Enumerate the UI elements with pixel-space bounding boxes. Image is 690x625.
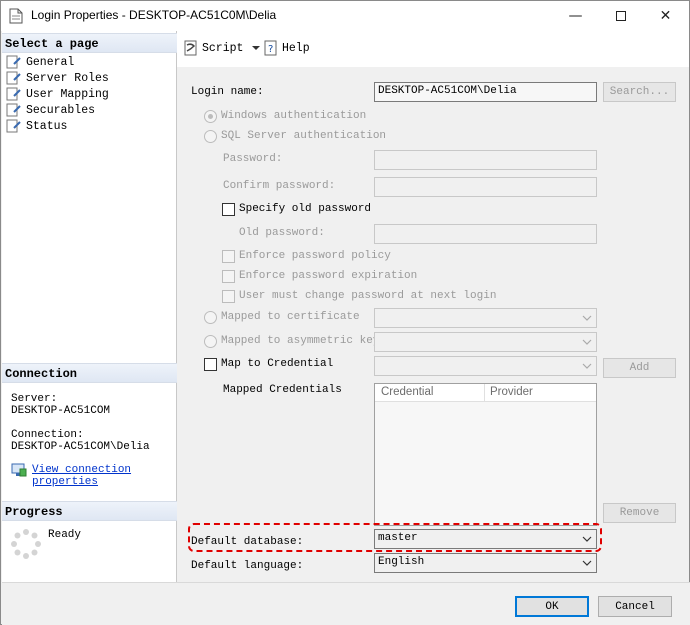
page-item-server-roles[interactable]: Server Roles — [6, 70, 109, 86]
page-item-securables[interactable]: Securables — [6, 102, 95, 118]
sql-auth-label: SQL Server authentication — [221, 130, 387, 142]
asymmetric-key-combo[interactable] — [374, 332, 597, 352]
script-icon — [184, 40, 197, 56]
ok-button[interactable]: OK — [515, 596, 589, 617]
page-wrench-icon — [6, 71, 21, 85]
confirm-password-label: Confirm password: — [223, 180, 336, 192]
must-change-checkbox[interactable] — [222, 290, 235, 303]
highlight-box — [188, 523, 602, 552]
window-title: Login Properties - DESKTOP-AC51C0M\Delia — [31, 8, 277, 22]
must-change-label: User must change password at next login — [239, 290, 497, 302]
progress-header: Progress — [2, 501, 177, 521]
svg-text:?: ? — [268, 44, 273, 55]
login-name-input[interactable]: DESKTOP-AC51COM\Delia — [374, 82, 597, 102]
default-language-combo[interactable]: English — [374, 553, 597, 573]
right-pane: Script ? Help Login name: DESKTOP-AC51CO… — [177, 31, 689, 582]
windows-auth-label: Windows authentication — [221, 110, 367, 122]
page-wrench-icon — [6, 119, 21, 133]
remove-button[interactable]: Remove — [603, 503, 676, 523]
minimize-icon: — — [568, 8, 583, 24]
grid-col-provider[interactable]: Provider — [490, 386, 533, 398]
page-item-status[interactable]: Status — [6, 118, 67, 134]
progress-spinner-icon — [11, 529, 41, 559]
document-icon — [9, 8, 23, 24]
chevron-down-icon — [582, 339, 592, 345]
select-page-header: Select a page — [2, 33, 177, 53]
minimize-button[interactable]: — — [553, 1, 598, 31]
dialog-footer: OK Cancel — [2, 582, 690, 625]
default-language-value: English — [378, 556, 425, 568]
map-credential-checkbox[interactable] — [204, 358, 217, 371]
enforce-expiration-label: Enforce password expiration — [239, 270, 418, 282]
help-icon: ? — [264, 40, 277, 56]
server-label: Server: — [11, 393, 58, 405]
grid-col-credential[interactable]: Credential — [381, 386, 433, 398]
login-name-label: Login name: — [191, 86, 264, 98]
mapped-asym-label: Mapped to asymmetric key — [221, 335, 380, 347]
mapped-cert-radio[interactable] — [204, 311, 217, 324]
maximize-button[interactable] — [598, 1, 643, 31]
progress-status: Ready — [48, 529, 82, 541]
server-value: DESKTOP-AC51COM — [11, 405, 111, 417]
enforce-policy-label: Enforce password policy — [239, 250, 391, 262]
left-pane: Select a page General Server Roles User … — [2, 31, 177, 582]
page-item-user-mapping[interactable]: User Mapping — [6, 86, 109, 102]
grid-col-divider — [484, 384, 485, 402]
title-bar[interactable]: Login Properties - DESKTOP-AC51C0M\Delia… — [1, 1, 689, 31]
connection-header: Connection — [2, 363, 177, 383]
close-icon: ✕ — [659, 8, 672, 24]
specify-old-password-label: Specify old password — [239, 203, 372, 215]
mapped-credentials-label: Mapped Credentials — [223, 384, 342, 396]
page-wrench-icon — [6, 55, 21, 69]
script-button[interactable]: Script — [183, 40, 264, 56]
page-item-general[interactable]: General — [6, 54, 74, 70]
toolbar: Script ? Help — [177, 31, 689, 67]
chevron-down-icon — [582, 363, 592, 369]
search-button[interactable]: Search... — [603, 82, 676, 102]
enforce-policy-checkbox[interactable] — [222, 250, 235, 263]
view-link-line1: View connection — [32, 464, 132, 476]
default-language-label: Default language: — [191, 560, 304, 572]
mapped-credentials-grid[interactable]: Credential Provider — [374, 383, 597, 526]
chevron-down-icon — [582, 315, 592, 321]
sql-auth-radio[interactable] — [204, 130, 217, 143]
old-password-input[interactable] — [374, 224, 597, 244]
cancel-button[interactable]: Cancel — [598, 596, 672, 617]
specify-old-password-checkbox[interactable] — [222, 203, 235, 216]
grid-header: Credential Provider — [375, 384, 596, 402]
connection-label: Connection: — [11, 429, 84, 441]
maximize-icon — [615, 11, 626, 21]
windows-auth-radio[interactable] — [204, 110, 217, 123]
add-button[interactable]: Add — [603, 358, 676, 378]
connection-properties-icon — [11, 463, 27, 477]
mapped-cert-label: Mapped to certificate — [221, 311, 360, 323]
password-label: Password: — [223, 153, 283, 165]
help-button[interactable]: ? Help — [263, 40, 310, 56]
view-link-line2: properties — [32, 476, 99, 488]
close-button[interactable]: ✕ — [643, 1, 688, 31]
password-input[interactable] — [374, 150, 597, 170]
chevron-down-icon — [582, 560, 592, 566]
connection-value: DESKTOP-AC51COM\Delia — [11, 441, 150, 453]
confirm-password-input[interactable] — [374, 177, 597, 197]
enforce-expiration-checkbox[interactable] — [222, 270, 235, 283]
credential-combo[interactable] — [374, 356, 597, 376]
dropdown-arrow-icon — [252, 46, 261, 50]
map-credential-label: Map to Credential — [221, 358, 334, 370]
mapped-asym-radio[interactable] — [204, 335, 217, 348]
login-properties-window: Login Properties - DESKTOP-AC51C0M\Delia… — [0, 0, 690, 625]
view-connection-properties-link[interactable]: View connection properties — [32, 464, 131, 488]
page-wrench-icon — [6, 87, 21, 101]
certificate-combo[interactable] — [374, 308, 597, 328]
old-password-label: Old password: — [239, 227, 325, 239]
page-wrench-icon — [6, 103, 21, 117]
